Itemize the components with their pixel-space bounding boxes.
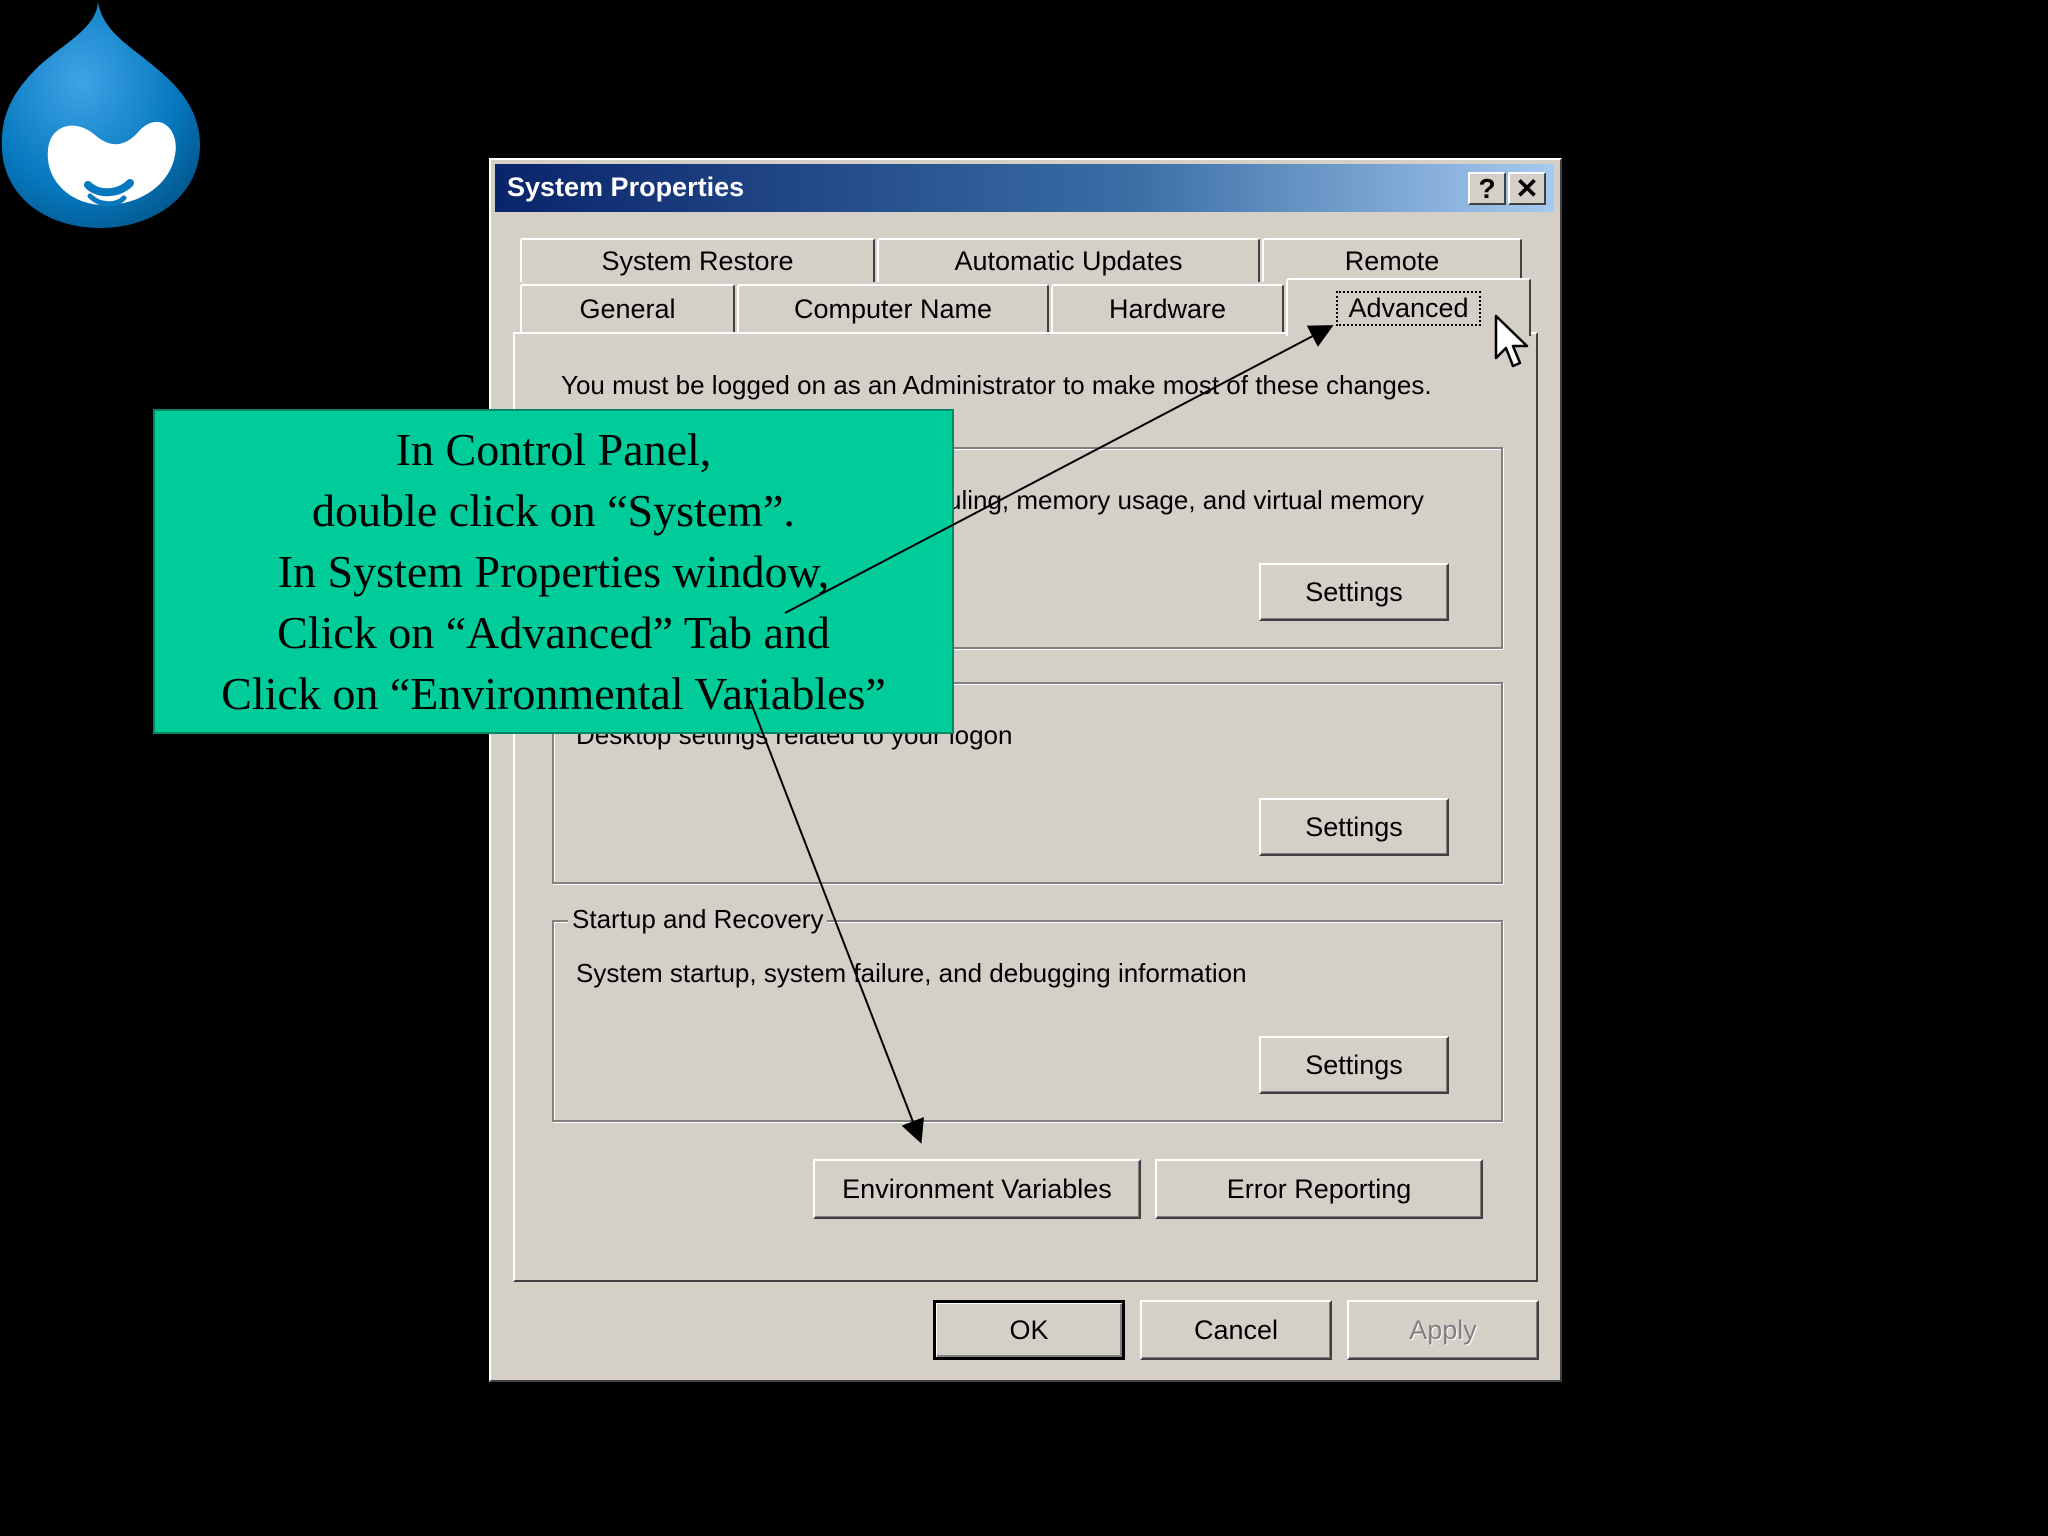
error-reporting-button[interactable]: Error Reporting <box>1155 1159 1483 1219</box>
system-properties-window: System Properties ? ✕ System Restore Aut… <box>489 158 1562 1382</box>
tab-automatic-updates[interactable]: Automatic Updates <box>877 238 1260 282</box>
callout-line: double click on “System”. <box>312 485 795 536</box>
environment-variables-button[interactable]: Environment Variables <box>813 1159 1141 1219</box>
callout-line: Click on “Environmental Variables” <box>221 668 886 719</box>
tab-general[interactable]: General <box>520 284 735 332</box>
callout-line: In Control Panel, <box>395 424 712 475</box>
startup-recovery-description: System startup, system failure, and debu… <box>576 958 1247 988</box>
help-button[interactable]: ? <box>1468 172 1506 205</box>
performance-description: uling, memory usage, and virtual memory <box>947 485 1424 515</box>
user-profiles-settings-button[interactable]: Settings <box>1259 798 1449 856</box>
window-title: System Properties <box>507 172 745 202</box>
tab-computer-name[interactable]: Computer Name <box>737 284 1049 332</box>
close-button[interactable]: ✕ <box>1508 172 1546 205</box>
ok-button[interactable]: OK <box>933 1300 1125 1360</box>
startup-recovery-legend: Startup and Recovery <box>568 904 828 935</box>
drupal-drop-icon <box>1 2 200 228</box>
tab-remote[interactable]: Remote <box>1262 238 1522 282</box>
performance-settings-button[interactable]: Settings <box>1259 563 1449 621</box>
mouse-pointer-icon <box>1494 314 1529 368</box>
tab-system-restore[interactable]: System Restore <box>520 238 875 282</box>
tab-hardware[interactable]: Hardware <box>1051 284 1284 332</box>
instruction-callout: In Control Panel, double click on “Syste… <box>153 409 954 734</box>
startup-recovery-settings-button[interactable]: Settings <box>1259 1036 1449 1094</box>
apply-button[interactable]: Apply <box>1347 1300 1539 1360</box>
title-bar[interactable]: System Properties ? ✕ <box>495 164 1554 212</box>
startup-recovery-group: Startup and Recovery System startup, sys… <box>552 904 1503 1122</box>
callout-line: Click on “Advanced” Tab and <box>277 607 830 658</box>
cancel-button[interactable]: Cancel <box>1140 1300 1332 1360</box>
admin-notice: You must be logged on as an Administrato… <box>561 370 1432 400</box>
callout-line: In System Properties window, <box>277 546 830 597</box>
